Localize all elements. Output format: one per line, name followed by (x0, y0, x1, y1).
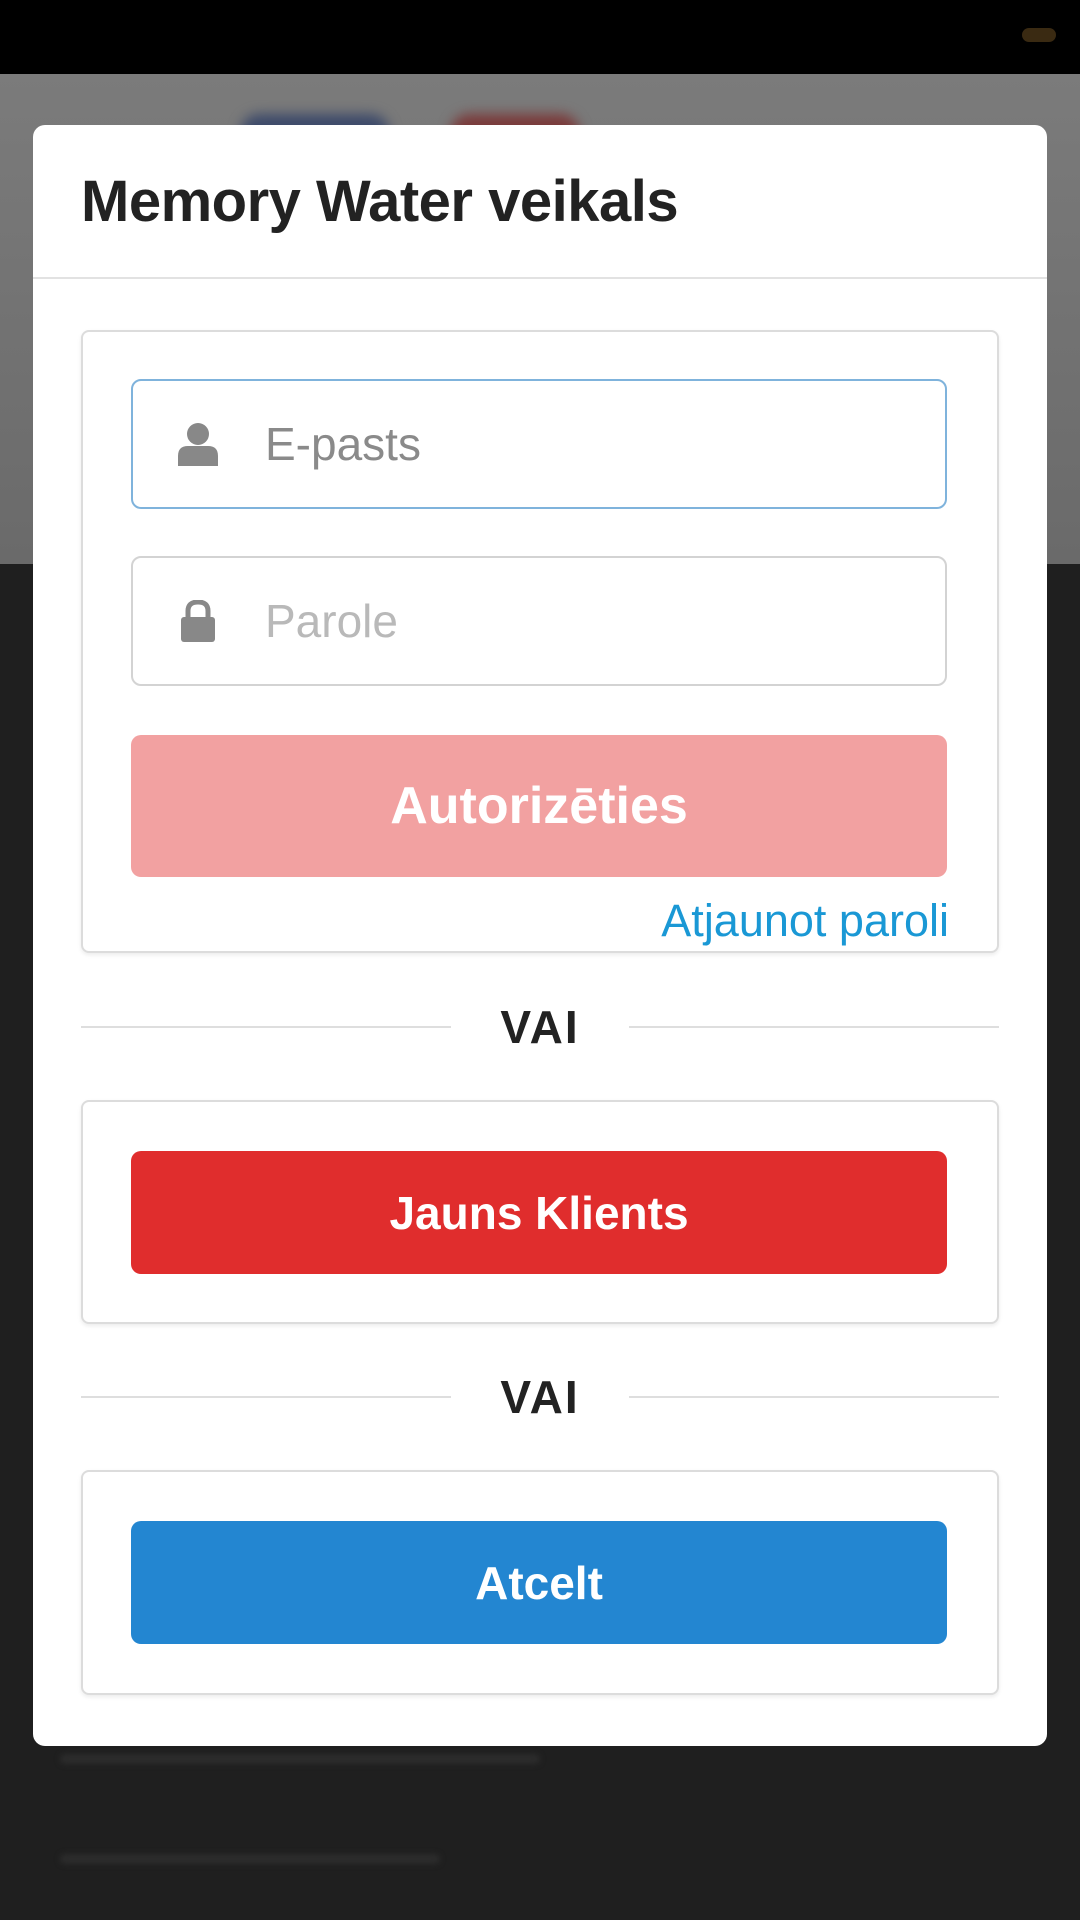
or-divider: VAI (81, 997, 999, 1057)
login-modal: Memory Water veikals Autorizēties Atjaun (33, 125, 1047, 1746)
status-indicator (1022, 28, 1056, 42)
divider-line (81, 1396, 451, 1398)
email-field[interactable] (131, 379, 947, 509)
divider-text: VAI (500, 1371, 580, 1423)
or-divider: VAI (81, 1367, 999, 1427)
divider-text: VAI (500, 1001, 580, 1053)
new-client-button[interactable]: Jauns Klients (131, 1151, 947, 1274)
password-field[interactable] (131, 556, 947, 686)
divider-line (629, 1396, 999, 1398)
divider-line (629, 1026, 999, 1028)
cancel-panel: Atcelt (81, 1470, 999, 1695)
cancel-button[interactable]: Atcelt (131, 1521, 947, 1644)
signup-panel: Jauns Klients (81, 1100, 999, 1324)
reset-password-link[interactable]: Atjaunot paroli (661, 895, 949, 947)
divider-line (81, 1026, 451, 1028)
password-input[interactable] (263, 593, 867, 649)
login-panel: Autorizēties Atjaunot paroli (81, 330, 999, 953)
background-text (60, 1754, 540, 1764)
background-text (60, 1854, 440, 1864)
lock-icon (133, 600, 263, 642)
modal-title: Memory Water veikals (81, 168, 679, 234)
login-button[interactable]: Autorizēties (131, 735, 947, 877)
status-bar (0, 0, 1080, 74)
user-icon (133, 422, 263, 466)
modal-header: Memory Water veikals (33, 125, 1047, 279)
email-input[interactable] (263, 416, 867, 472)
